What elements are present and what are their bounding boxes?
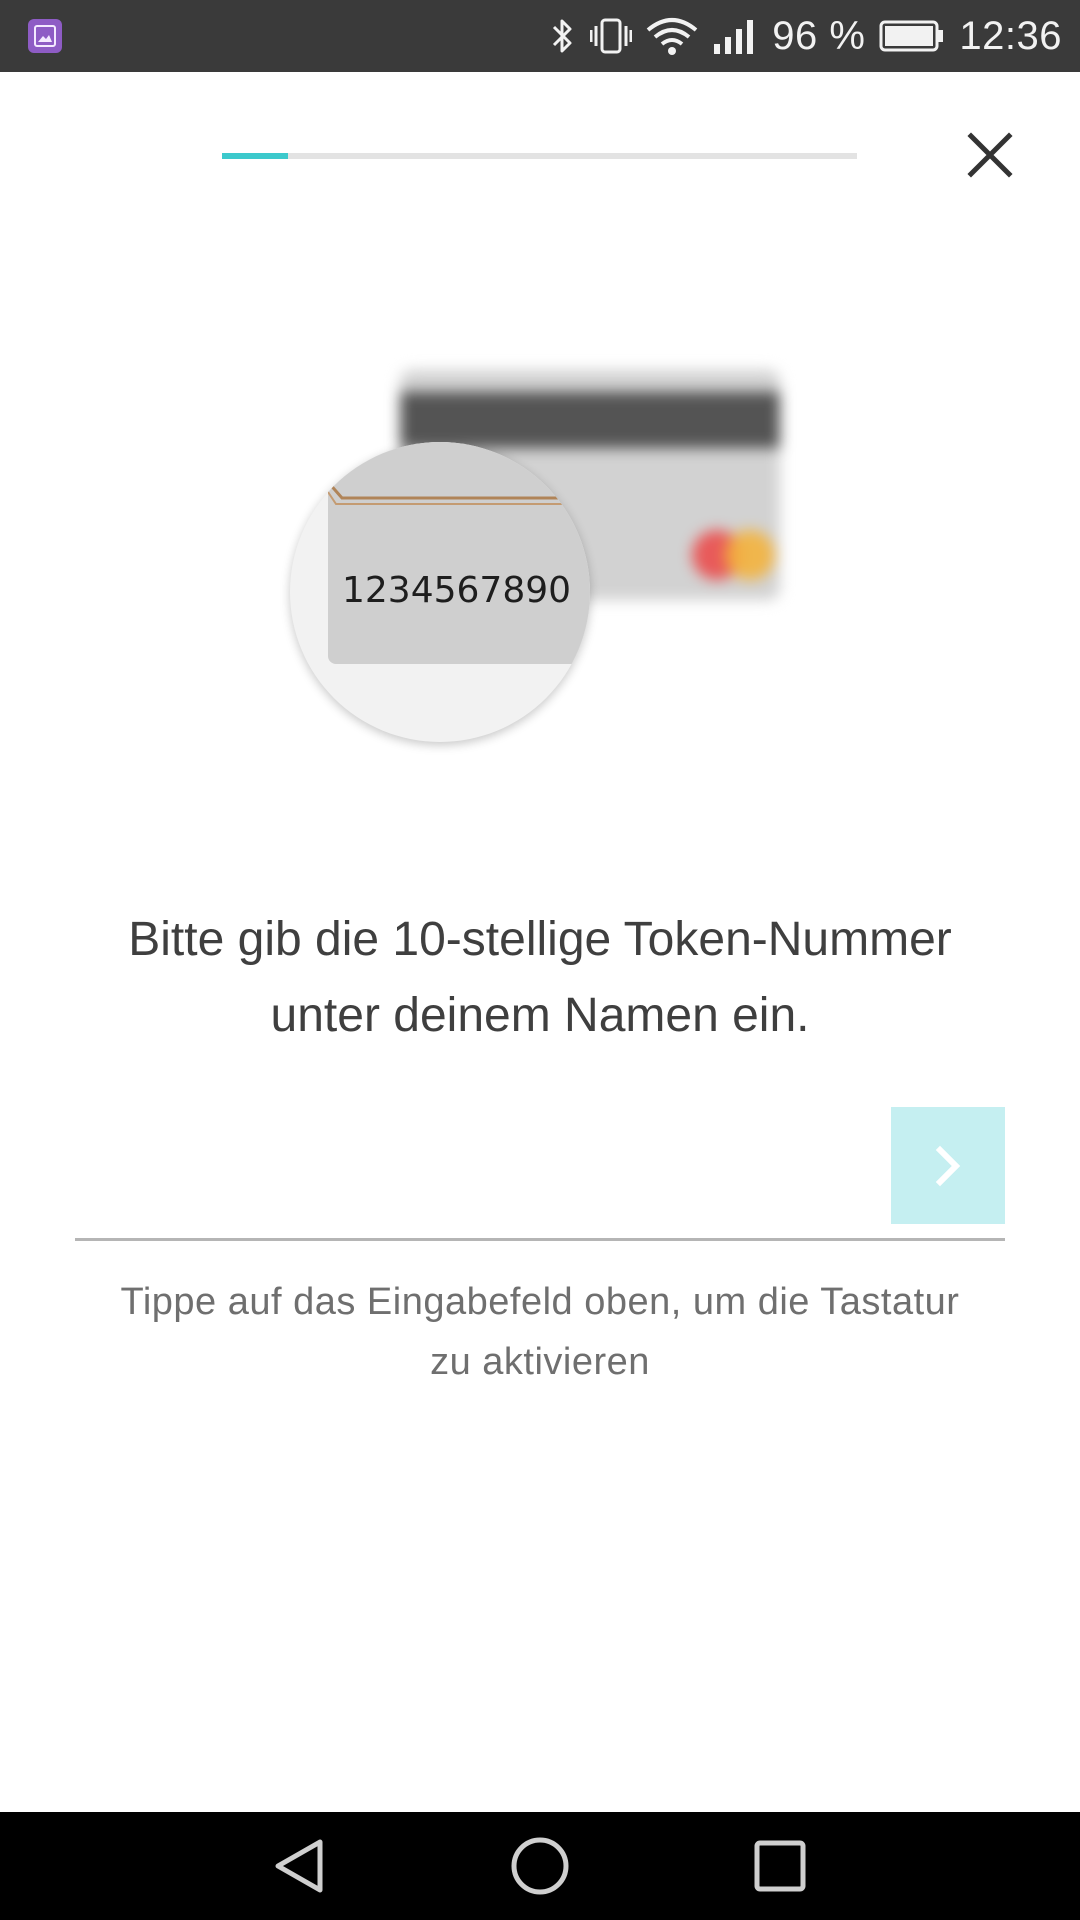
battery-percent: 96 % — [772, 13, 866, 58]
clock: 12:36 — [959, 13, 1062, 58]
bluetooth-icon — [550, 16, 576, 56]
signal-icon — [712, 16, 758, 56]
instruction-line-2: unter deinem Namen ein. — [270, 989, 810, 1042]
status-icons: 96 % 12:36 — [550, 0, 1062, 72]
token-number-sample: 1234567890 — [342, 570, 572, 611]
card-illustration: 1234567890 — [280, 350, 800, 750]
back-icon — [275, 1839, 323, 1893]
keyboard-hint-text: Tippe auf das Eingabefeld oben, um die T… — [70, 1272, 1010, 1392]
hint-line-1: Tippe auf das Eingabefeld oben, um die T… — [120, 1281, 960, 1323]
close-button[interactable] — [955, 120, 1025, 190]
onboarding-progress-bar — [222, 153, 857, 159]
vibrate-icon — [590, 16, 633, 56]
gallery-app-icon — [28, 19, 62, 53]
home-button[interactable] — [470, 1812, 610, 1920]
magnetic-stripe — [400, 392, 780, 448]
chevron-right-icon — [935, 1145, 961, 1186]
recents-icon — [754, 1840, 806, 1892]
instruction-text: Bitte gib die 10-stellige Token-Nummer u… — [60, 902, 1020, 1054]
battery-icon — [879, 16, 945, 56]
hint-line-2: zu aktivieren — [430, 1341, 650, 1383]
home-icon — [511, 1837, 569, 1895]
close-icon — [967, 132, 1013, 178]
onboarding-progress-fill — [222, 153, 289, 159]
wifi-icon — [646, 16, 698, 56]
magnified-card — [328, 442, 590, 664]
token-number-input[interactable] — [75, 1108, 879, 1230]
recents-button[interactable] — [710, 1812, 850, 1920]
magnifier-lens: 1234567890 — [290, 442, 590, 742]
gold-line-decoration — [328, 481, 590, 505]
next-button[interactable] — [891, 1107, 1005, 1224]
card-logo-yellow-circle — [725, 530, 775, 580]
status-bar: 96 % 12:36 — [0, 0, 1080, 72]
token-entry-screen: 96 % 12:36 1234567890 Bitte gib die 10-s… — [0, 0, 1080, 1920]
input-underline — [75, 1238, 1005, 1241]
instruction-line-1: Bitte gib die 10-stellige Token-Nummer — [128, 913, 952, 966]
system-navigation-bar — [0, 1812, 1080, 1920]
back-button[interactable] — [230, 1812, 370, 1920]
